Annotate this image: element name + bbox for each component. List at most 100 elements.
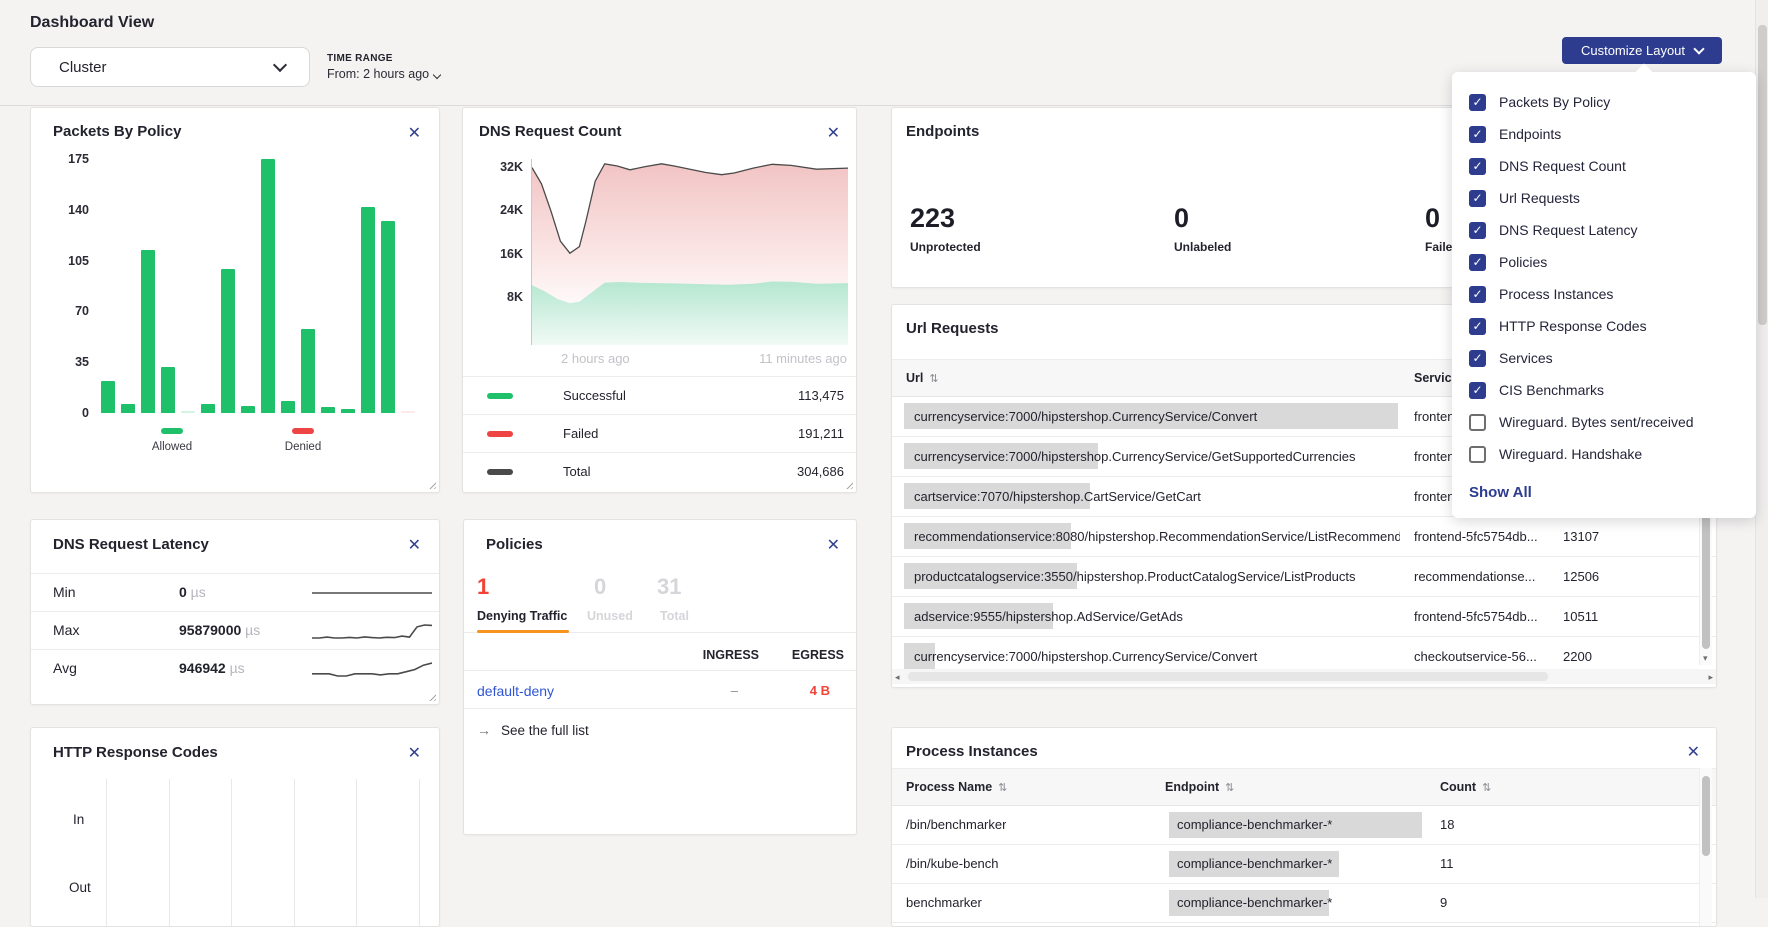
- checkbox-checked-icon[interactable]: ✓: [1469, 222, 1486, 239]
- close-icon[interactable]: ✕: [408, 746, 421, 762]
- latency-value: 95879000 µs: [179, 622, 260, 638]
- close-icon[interactable]: ✕: [827, 126, 840, 142]
- url-cell: currencyservice:7000/hipstershop.Currenc…: [914, 649, 1400, 664]
- denying-traffic-count: 1: [477, 574, 489, 600]
- time-range-value[interactable]: From: 2 hours ago: [327, 67, 440, 81]
- resize-handle[interactable]: [427, 480, 436, 489]
- column-header-count[interactable]: Count⇅: [1440, 780, 1491, 794]
- bar: [361, 207, 375, 413]
- customize-menu-list: ✓Packets By Policy✓Endpoints✓DNS Request…: [1452, 86, 1756, 470]
- vertical-scrollbar[interactable]: [1699, 768, 1712, 927]
- latency-sparkline: [312, 582, 432, 604]
- scrollbar-thumb[interactable]: [1702, 776, 1710, 856]
- menu-item-http-response-codes[interactable]: ✓ HTTP Response Codes: [1452, 310, 1756, 342]
- denied-swatch: [292, 428, 314, 434]
- tab-denying-traffic[interactable]: Denying Traffic: [477, 609, 567, 623]
- checkbox-unchecked-icon[interactable]: [1469, 446, 1486, 463]
- legend-label: Failed: [563, 426, 598, 441]
- card-title: Packets By Policy: [53, 123, 181, 140]
- sort-icon[interactable]: ⇅: [1482, 782, 1491, 794]
- menu-item-endpoints[interactable]: ✓Endpoints: [1452, 118, 1756, 150]
- table-row[interactable]: recommendationservice:8080/hipstershop.R…: [892, 517, 1716, 557]
- scroll-left-icon[interactable]: ◂: [895, 672, 900, 683]
- menu-item-label: HTTP Response Codes: [1499, 318, 1647, 334]
- menu-item-packets-by-policy[interactable]: ✓Packets By Policy: [1452, 86, 1756, 118]
- menu-item-wireguard-handshake[interactable]: Wireguard. Handshake: [1452, 438, 1756, 470]
- customize-layout-button[interactable]: Customize Layout: [1562, 37, 1722, 64]
- column-label: Url: [906, 371, 923, 385]
- sort-icon[interactable]: ⇅: [998, 782, 1007, 794]
- column-header-endpoint[interactable]: Endpoint⇅: [1165, 780, 1234, 794]
- checkbox-checked-icon[interactable]: ✓: [1469, 94, 1486, 111]
- bar: [281, 401, 295, 413]
- card-dns-request-latency: DNS Request Latency ✕ Min0 µsMax95879000…: [30, 519, 440, 705]
- checkbox-checked-icon[interactable]: ✓: [1469, 158, 1486, 175]
- legend-label: Allowed: [132, 441, 212, 453]
- page-scrollbar[interactable]: [1755, 0, 1768, 898]
- bar: [301, 329, 315, 413]
- tab-unused[interactable]: Unused: [587, 609, 633, 623]
- menu-item-policies[interactable]: ✓Policies: [1452, 246, 1756, 278]
- bar: [221, 269, 235, 413]
- latency-value: 0 µs: [179, 584, 206, 600]
- column-label: Process Name: [906, 780, 992, 794]
- service-cell: frontend-5fc5754db...: [1414, 529, 1559, 544]
- scrollbar-thumb[interactable]: [1758, 25, 1767, 325]
- menu-item-dns-request-latency[interactable]: ✓DNS Request Latency: [1452, 214, 1756, 246]
- latency-value: 946942 µs: [179, 660, 245, 676]
- checkbox-checked-icon[interactable]: ✓: [1469, 286, 1486, 303]
- menu-item-wireguard-bytes-sent-received[interactable]: Wireguard. Bytes sent/received: [1452, 406, 1756, 438]
- checkbox-checked-icon[interactable]: ✓: [1469, 254, 1486, 271]
- policy-link-default-deny[interactable]: default-deny: [477, 683, 554, 699]
- table-row[interactable]: /bin/kube-benchcompliance-benchmarker-*1…: [892, 845, 1716, 884]
- show-all-link[interactable]: Show All: [1469, 476, 1532, 508]
- sort-icon[interactable]: ⇅: [929, 373, 938, 385]
- stat-value: 223: [910, 203, 981, 234]
- scroll-down-icon[interactable]: ▾: [1703, 653, 1708, 664]
- see-full-list-link[interactable]: → See the full list: [477, 722, 589, 738]
- menu-item-cis-benchmarks[interactable]: ✓CIS Benchmarks: [1452, 374, 1756, 406]
- latency-row-max: Max95879000 µs: [31, 611, 439, 649]
- view-selector[interactable]: Cluster: [30, 47, 310, 87]
- close-icon[interactable]: ✕: [408, 126, 421, 142]
- scrollbar-thumb[interactable]: [908, 672, 1548, 681]
- table-row[interactable]: benchmarkercompliance-benchmarker-*9: [892, 884, 1716, 923]
- divider: [464, 708, 856, 709]
- bar: [341, 409, 355, 413]
- table-row[interactable]: productcatalogservice:3550/hipstershop.P…: [892, 557, 1716, 597]
- latency-sparkline: [312, 658, 432, 680]
- close-icon[interactable]: ✕: [408, 538, 421, 554]
- close-icon[interactable]: ✕: [827, 538, 840, 554]
- horizontal-scrollbar[interactable]: ◂ ▸: [892, 669, 1716, 684]
- column-header-process-name[interactable]: Process Name ⇅: [906, 780, 1007, 794]
- checkbox-checked-icon[interactable]: ✓: [1469, 318, 1486, 335]
- checkbox-unchecked-icon[interactable]: [1469, 414, 1486, 431]
- checkbox-checked-icon[interactable]: ✓: [1469, 350, 1486, 367]
- count-cell: 9: [1440, 895, 1447, 910]
- menu-item-dns-request-count[interactable]: ✓DNS Request Count: [1452, 150, 1756, 182]
- row-label-out: Out: [69, 880, 91, 895]
- sort-icon[interactable]: ⇅: [1225, 782, 1234, 794]
- legend-value: 191,211: [798, 426, 844, 441]
- scroll-right-icon[interactable]: ▸: [1708, 672, 1713, 683]
- table-row[interactable]: /bin/benchmarkercompliance-benchmarker-*…: [892, 806, 1716, 845]
- customize-layout-label: Customize Layout: [1581, 43, 1685, 58]
- count-cell: 10511: [1563, 609, 1598, 624]
- close-icon[interactable]: ✕: [1687, 745, 1700, 761]
- menu-item-process-instances[interactable]: ✓Process Instances: [1452, 278, 1756, 310]
- resize-handle[interactable]: [427, 692, 436, 701]
- tab-total[interactable]: Total: [660, 609, 689, 623]
- table-row[interactable]: adservice:9555/hipstershop.AdService/Get…: [892, 597, 1716, 637]
- column-header-url[interactable]: Url ⇅: [906, 371, 939, 385]
- checkbox-checked-icon[interactable]: ✓: [1469, 190, 1486, 207]
- endpoints-stat-unlabeled: 0 Unlabeled: [1174, 203, 1231, 254]
- menu-item-services[interactable]: ✓Services: [1452, 342, 1756, 374]
- checkbox-checked-icon[interactable]: ✓: [1469, 126, 1486, 143]
- arrow-right-icon: →: [477, 722, 491, 738]
- process-table-rows: /bin/benchmarkercompliance-benchmarker-*…: [892, 806, 1716, 923]
- url-cell: adservice:9555/hipstershop.AdService/Get…: [914, 609, 1400, 624]
- gridline: [231, 779, 232, 926]
- menu-item-url-requests[interactable]: ✓Url Requests: [1452, 182, 1756, 214]
- x-axis-start-label: 2 hours ago: [561, 351, 630, 366]
- checkbox-checked-icon[interactable]: ✓: [1469, 382, 1486, 399]
